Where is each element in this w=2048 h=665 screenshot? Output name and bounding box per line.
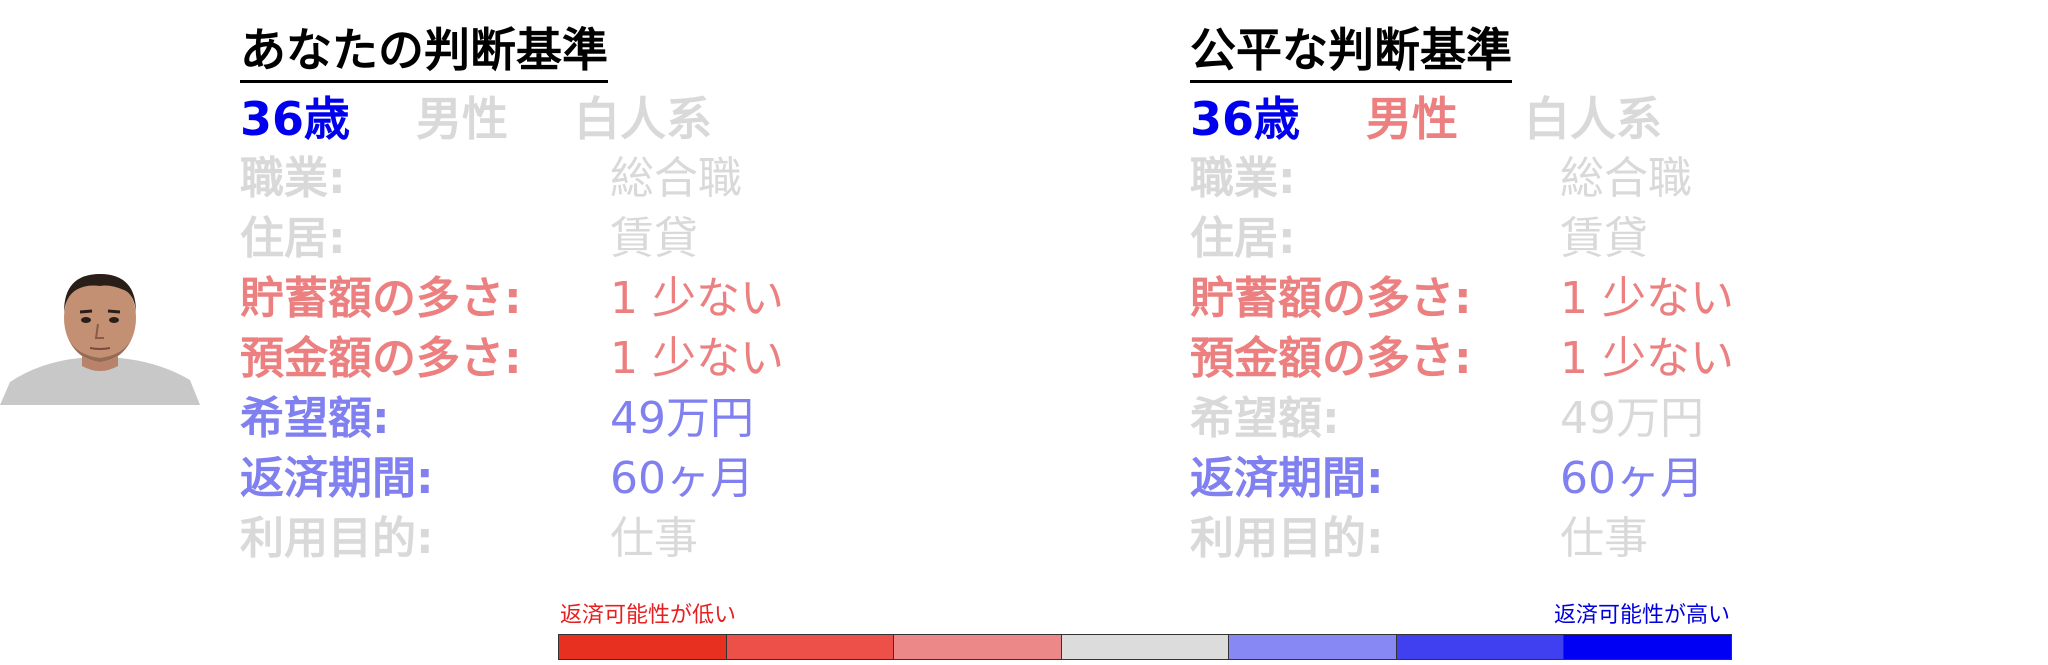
attribute-value: 49万円 <box>610 393 754 444</box>
attribute-row: 返済期間: 60ヶ月 <box>240 449 1140 509</box>
attribute-row: 住居: 賃貸 <box>240 209 1140 269</box>
attribute-row: 住居: 賃貸 <box>1190 209 2048 269</box>
fair-criteria-panel: 公平な判断基準 36歳 男性 白人系 職業: 総合職住居: 賃貸貯蓄額の多さ: 1 少… <box>1190 22 2048 569</box>
attribute-row: 貯蓄額の多さ: 1 少ない <box>1190 269 2048 329</box>
attribute-row: 利用目的: 仕事 <box>240 509 1140 569</box>
attribute-row: 預金額の多さ: 1 少ない <box>1190 329 2048 389</box>
legend-segment <box>1061 635 1230 659</box>
attribute-label: 住居: <box>1190 213 1296 264</box>
fair-criteria-title: 公平な判断基準 <box>1190 22 1512 83</box>
legend-segment <box>726 635 895 659</box>
gender-label: 男性 <box>1366 92 1459 146</box>
person-avatar-icon <box>0 274 200 405</box>
legend-high-label: 返済可能性が高い <box>1553 603 1730 628</box>
attribute-value: 賃貸 <box>610 213 698 264</box>
attribute-label: 貯蓄額の多さ: <box>240 273 522 324</box>
attribute-row: 返済期間: 60ヶ月 <box>1190 449 2048 509</box>
attribute-value: 総合職 <box>610 153 742 204</box>
attribute-value: 仕事 <box>610 513 698 564</box>
attribute-value: 総合職 <box>1560 153 1692 204</box>
applicant-photo <box>0 270 200 405</box>
attribute-row: 利用目的: 仕事 <box>1190 509 2048 569</box>
attribute-label: 職業: <box>1190 153 1296 204</box>
legend-segment <box>1229 635 1397 659</box>
legend-color-scale <box>558 634 1732 660</box>
demographics-row: 36歳 男性 白人系 <box>240 89 1140 149</box>
attribute-value: 賃貸 <box>1560 213 1648 264</box>
attribute-label: 利用目的: <box>240 513 434 564</box>
attribute-label: 職業: <box>240 153 346 204</box>
attribute-row: 希望額: 49万円 <box>1190 389 2048 449</box>
repayment-likelihood-legend: 返済可能性が低い 返済可能性が高い <box>558 600 1732 660</box>
legend-low-label: 返済可能性が低い <box>560 603 737 628</box>
legend-segment <box>559 635 727 659</box>
attribute-value: 1 少ない <box>610 273 784 324</box>
attribute-value: 1 少ない <box>610 333 784 384</box>
attribute-label: 貯蓄額の多さ: <box>1190 273 1472 324</box>
legend-segment <box>1396 635 1565 659</box>
attribute-list: 職業: 総合職 住居: 賃貸 貯蓄額の多さ: 1 少ない 預金額の多さ: 1 少ない 希望額: 4… <box>240 149 1140 569</box>
attribute-label: 返済期間: <box>240 453 434 504</box>
gender-label: 男性 <box>416 92 509 146</box>
race-label: 白人系 <box>574 92 713 146</box>
attribute-value: 仕事 <box>1560 513 1648 564</box>
attribute-value: 1 少ない <box>1560 273 1734 324</box>
attribute-list: 職業: 総合職 住居: 賃貸 貯蓄額の多さ: 1 少ない 預金額の多さ: 1 少ない 希望額: 4… <box>1190 149 2048 569</box>
attribute-value: 60ヶ月 <box>1560 453 1704 504</box>
demographics-row: 36歳 男性 白人系 <box>1190 89 2048 149</box>
attribute-label: 預金額の多さ: <box>240 333 522 384</box>
legend-segment <box>894 635 1062 659</box>
attribute-row: 職業: 総合職 <box>1190 149 2048 209</box>
attribute-label: 利用目的: <box>1190 513 1384 564</box>
attribute-row: 職業: 総合職 <box>240 149 1140 209</box>
attribute-label: 預金額の多さ: <box>1190 333 1472 384</box>
attribute-value: 1 少ない <box>1560 333 1734 384</box>
attribute-row: 預金額の多さ: 1 少ない <box>240 329 1140 389</box>
age-label: 36歳 <box>1190 92 1301 146</box>
age-label: 36歳 <box>240 92 351 146</box>
your-criteria-panel: あなたの判断基準 36歳 男性 白人系 職業: 総合職住居: 賃貸貯蓄額の多さ: 1 … <box>240 22 1140 569</box>
attribute-label: 希望額: <box>1190 393 1340 444</box>
legend-segment <box>1564 635 1732 659</box>
attribute-label: 住居: <box>240 213 346 264</box>
attribute-label: 希望額: <box>240 393 390 444</box>
attribute-value: 60ヶ月 <box>610 453 754 504</box>
attribute-row: 貯蓄額の多さ: 1 少ない <box>240 269 1140 329</box>
race-label: 白人系 <box>1524 92 1663 146</box>
attribute-label: 返済期間: <box>1190 453 1384 504</box>
attribute-row: 希望額: 49万円 <box>240 389 1140 449</box>
your-criteria-title: あなたの判断基準 <box>240 22 608 83</box>
attribute-value: 49万円 <box>1560 393 1704 444</box>
